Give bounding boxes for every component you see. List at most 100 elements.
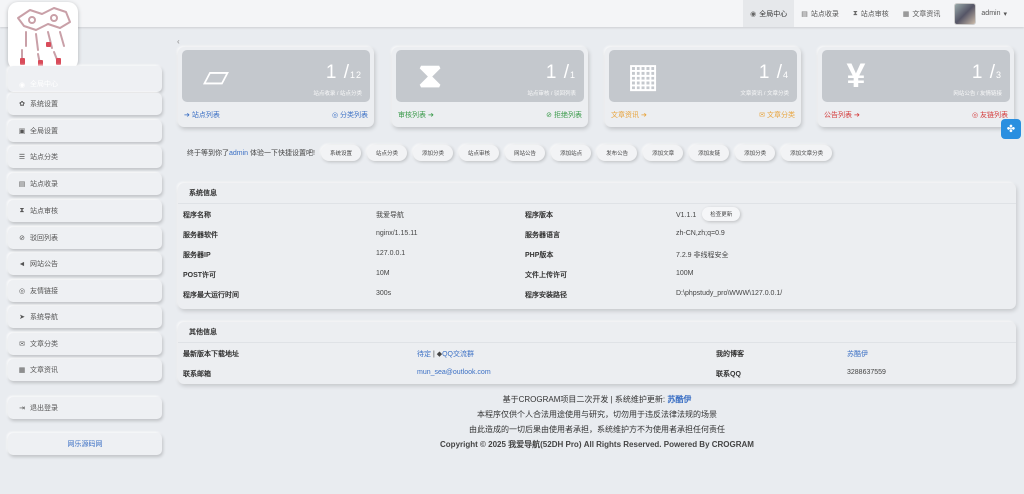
sidebar-item-site-submit[interactable]: ▤ 站点收录 <box>8 173 162 195</box>
other-info-panel: 其他信息 最新版本下载地址 待定 | ◆QQ交流群 我的博客 苏酷伊 联系邮箱 … <box>178 322 1016 384</box>
info-value: 10M <box>376 270 390 277</box>
envelope-icon: ✉ <box>19 341 25 348</box>
shortcut-button[interactable]: 站点审核 <box>459 145 500 161</box>
shortcut-button[interactable]: 站点分类 <box>367 145 408 161</box>
site-list-link[interactable]: ➔ 站点列表 <box>184 110 220 120</box>
shortcut-button[interactable]: 添加分类 <box>735 145 776 161</box>
sidebar-collapse-icon[interactable]: ‹ <box>177 37 180 46</box>
chevron-down-icon: ▾ <box>1003 10 1007 18</box>
gear-icon: ✿ <box>19 101 25 108</box>
footer-line: 本程序仅供个人合法用途使用与研究，切勿用于违反法律法规的场景 <box>477 410 717 419</box>
sidebar-item-label: 文章资讯 <box>30 367 58 374</box>
check-update-button[interactable]: 检查更新 <box>702 207 741 221</box>
reject-list-link[interactable]: ⊘ 拒绝列表 <box>546 110 582 120</box>
sidebar-item-label: 站点审核 <box>30 208 58 215</box>
logo[interactable] <box>8 2 78 70</box>
bullhorn-icon: ◄ <box>18 260 26 268</box>
user-menu[interactable]: admin ▾ <box>947 0 1014 27</box>
info-key: 联系QQ <box>716 371 741 378</box>
sidebar-item-system-nav[interactable]: ➤ 系统导航 <box>8 306 162 328</box>
topnav-label: 站点收录 <box>810 10 839 18</box>
topnav-item-articles[interactable]: ▦ 文章资讯 <box>896 0 948 27</box>
review-list-link[interactable]: 审核列表 ➔ <box>398 110 434 120</box>
stat-card-review: ⧗ 1 /1 站点审核 / 驳回列表 审核列表 ➔ ⊘ 拒绝列表 <box>392 47 588 127</box>
floating-tool-button[interactable]: ✤ <box>1001 119 1021 139</box>
info-key: 最新版本下载地址 <box>183 351 239 358</box>
topnav-item-site-review[interactable]: ⧗ 站点审核 <box>846 0 896 27</box>
eye-icon: ◎ <box>18 288 26 295</box>
sidebar-item-logout[interactable]: ⇥ 退出登录 <box>8 397 162 419</box>
info-key: PHP版本 <box>525 252 554 259</box>
info-key: 服务器IP <box>183 252 211 259</box>
author-link[interactable]: 苏酷伊 <box>667 395 691 404</box>
info-value: 3288637559 <box>847 369 886 376</box>
dashboard-icon: ◉ <box>750 10 757 18</box>
info-key: 服务器软件 <box>183 232 218 239</box>
sidebar-bottom-link-label: 网乐源码网 <box>67 441 103 448</box>
table-row: 最新版本下载地址 待定 | ◆QQ交流群 我的博客 苏酷伊 <box>178 343 1016 363</box>
sidebar-item-site-categories[interactable]: ☰ 站点分类 <box>8 146 162 168</box>
shortcut-button[interactable]: 系统设置 <box>320 145 361 161</box>
book-icon: ▱ <box>202 57 230 95</box>
avatar <box>954 2 977 25</box>
system-info-table: 程序名称 我爱导航 程序版本 V1.1.1 检查更新 服务器软件 nginx/1.… <box>178 204 1016 304</box>
sidebar-item-rejected[interactable]: ⊘ 驳回列表 <box>8 227 162 249</box>
blog-link[interactable]: 苏酷伊 <box>847 351 868 358</box>
info-key: 程序名称 <box>183 212 211 219</box>
shortcut-button[interactable]: 添加站点 <box>551 145 592 161</box>
sidebar-item-friend-links[interactable]: ◎ 友情链接 <box>8 280 162 302</box>
qq-group-link[interactable]: QQ交流群 <box>442 351 474 358</box>
arrow-right-icon: ➔ <box>184 112 190 119</box>
arrow-right-icon: ➔ <box>640 112 647 119</box>
topnav-label: 全局中心 <box>759 10 788 18</box>
dashboard-icon: ◉ <box>18 82 26 89</box>
stat-card-header: ▦ 1 /4 文章资讯 / 文章分类 <box>609 50 797 102</box>
panel-title: 其他信息 <box>178 322 1016 343</box>
shortcut-button[interactable]: 网站公告 <box>505 145 546 161</box>
info-value: nginx/1.15.11 <box>376 230 418 237</box>
sidebar-item-label: 全局中心 <box>30 81 58 88</box>
article-category-link[interactable]: ✉ 文章分类 <box>759 110 795 120</box>
sidebar-item-article-categories[interactable]: ✉ 文章分类 <box>8 333 162 355</box>
newspaper-icon: ▦ <box>626 57 660 95</box>
sidebar-item-articles[interactable]: ▦ 文章资讯 <box>8 359 162 381</box>
sidebar-bottom-link[interactable]: 网乐源码网 <box>8 433 162 455</box>
shortcut-button[interactable]: 发布公告 <box>597 145 638 161</box>
sidebar-item-system-settings[interactable]: ✿ 系统设置 <box>8 93 162 115</box>
hourglass-icon: ⧗ <box>418 57 442 95</box>
email-link[interactable]: mun_sea@outlook.com <box>417 369 491 376</box>
article-list-link[interactable]: 文章资讯 ➔ <box>611 110 647 120</box>
shortcut-button[interactable]: 添加友链 <box>689 145 730 161</box>
newspaper-icon: ▦ <box>902 10 910 18</box>
shortcut-button[interactable]: 添加文章 <box>643 145 684 161</box>
sidebar-item-label: 站点收录 <box>30 181 58 188</box>
table-row: 联系邮箱 mun_sea@outlook.com 联系QQ 3288637559 <box>178 363 1016 383</box>
stat-card-header: ▱ 1 /12 站点收录 / 站点分类 <box>182 50 370 102</box>
info-key: 服务器语言 <box>525 232 560 239</box>
sidebar-item-global-settings[interactable]: ▣ 全局设置 <box>8 120 162 142</box>
table-row: 服务器软件 nginx/1.15.11 服务器语言 zh-CN,zh;q=0.9 <box>178 224 1016 244</box>
stat-card-sites: ▱ 1 /12 站点收录 / 站点分类 ➔ 站点列表 ◎ 分类列表 <box>178 47 374 127</box>
table-row: 服务器IP 127.0.0.1 PHP版本 7.2.9 非线程安全 <box>178 244 1016 264</box>
table-row: 程序名称 我爱导航 程序版本 V1.1.1 检查更新 <box>178 204 1016 224</box>
shortcut-button[interactable]: 添加文章分类 <box>781 145 833 161</box>
footer: 基于CROGRAM项目二次开发 | 系统维护更新: 苏酷伊 本程序仅供个人合法用… <box>178 392 1016 466</box>
stat-label: 网站公告 / 友情链接 <box>953 91 1002 97</box>
notice-list-link[interactable]: 公告列表 ➔ <box>824 110 860 120</box>
topnav-item-site-submit[interactable]: ▤ 站点收录 <box>794 0 846 27</box>
info-key: 文件上传许可 <box>525 272 567 279</box>
sidebar-item-announcements[interactable]: ◄ 网站公告 <box>8 253 162 275</box>
shortcut-button[interactable]: 添加分类 <box>413 145 454 161</box>
welcome-text: 终于等到你了admin 体验一下快捷设置吧! <box>187 150 315 157</box>
info-value: 苏酷伊 <box>847 349 868 359</box>
topnav-item-dashboard[interactable]: ◉ 全局中心 <box>743 0 795 27</box>
logout-icon: ⇥ <box>19 405 25 412</box>
yen-icon: ¥ <box>846 57 866 95</box>
sidebar-item-dashboard[interactable]: ◉ 全局中心 <box>8 66 162 92</box>
sidebar-item-site-review[interactable]: ⧗ 站点审核 <box>8 200 162 222</box>
info-key: POST许可 <box>183 272 217 279</box>
category-list-link[interactable]: ◎ 分类列表 <box>332 110 368 120</box>
arrow-right-icon: ➔ <box>853 112 860 119</box>
stat-label: 文章资讯 / 文章分类 <box>740 91 789 97</box>
download-link[interactable]: 待定 <box>417 351 431 358</box>
